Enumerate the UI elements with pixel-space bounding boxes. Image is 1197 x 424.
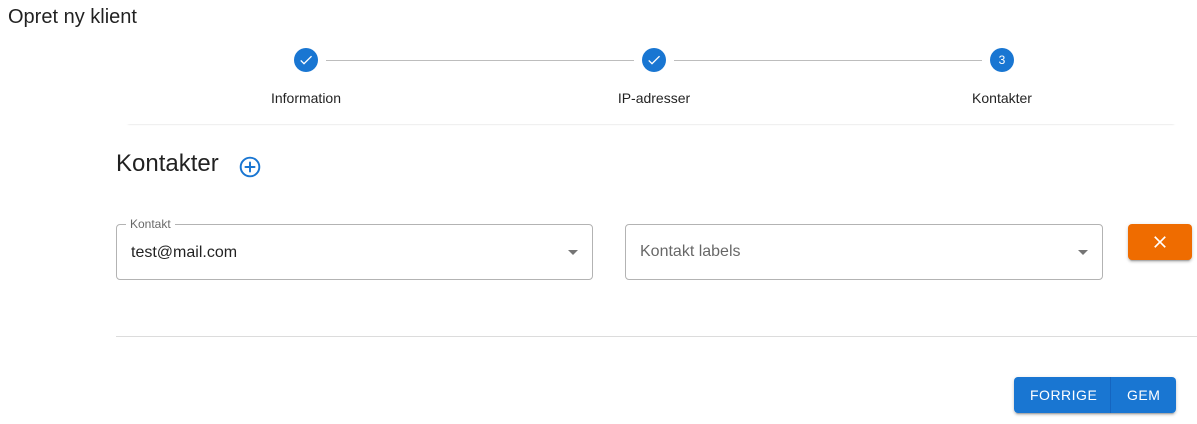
contact-select[interactable]: Kontakt test@mail.com xyxy=(116,217,593,280)
stepper: Information IP-adresser 3 Kontakter xyxy=(126,36,1176,124)
step-completed-indicator xyxy=(294,48,318,72)
dropdown-arrow-icon[interactable] xyxy=(568,250,578,255)
step-number: 3 xyxy=(990,48,1014,72)
step-label: IP-adresser xyxy=(617,90,691,106)
previous-button[interactable]: FORRIGE xyxy=(1014,377,1111,413)
contact-select-value: test@mail.com xyxy=(131,244,238,261)
check-icon xyxy=(300,55,312,65)
step-connector xyxy=(326,60,634,61)
step-completed-indicator xyxy=(642,48,666,72)
step-label: Kontakter xyxy=(972,90,1032,106)
section-title: Kontakter xyxy=(116,150,219,177)
footer-divider xyxy=(126,357,1176,360)
close-icon xyxy=(1154,236,1166,248)
step-connector xyxy=(674,60,982,61)
remove-contact-button[interactable] xyxy=(1128,224,1192,260)
footer-actions: FORRIGE GEM xyxy=(1014,377,1176,413)
check-icon xyxy=(648,55,660,65)
divider xyxy=(116,336,1197,337)
contact-labels-select[interactable]: Kontakt labels xyxy=(625,224,1103,280)
page-title: Opret ny klient xyxy=(8,6,137,28)
step-label: Information xyxy=(270,90,342,106)
add-contact-button[interactable] xyxy=(237,154,263,180)
contact-labels-placeholder: Kontakt labels xyxy=(640,243,741,260)
add-circle-icon xyxy=(239,156,261,178)
contact-select-label: Kontakt xyxy=(126,217,175,231)
dropdown-arrow-icon[interactable] xyxy=(1078,250,1088,255)
save-button[interactable]: GEM xyxy=(1111,377,1176,413)
